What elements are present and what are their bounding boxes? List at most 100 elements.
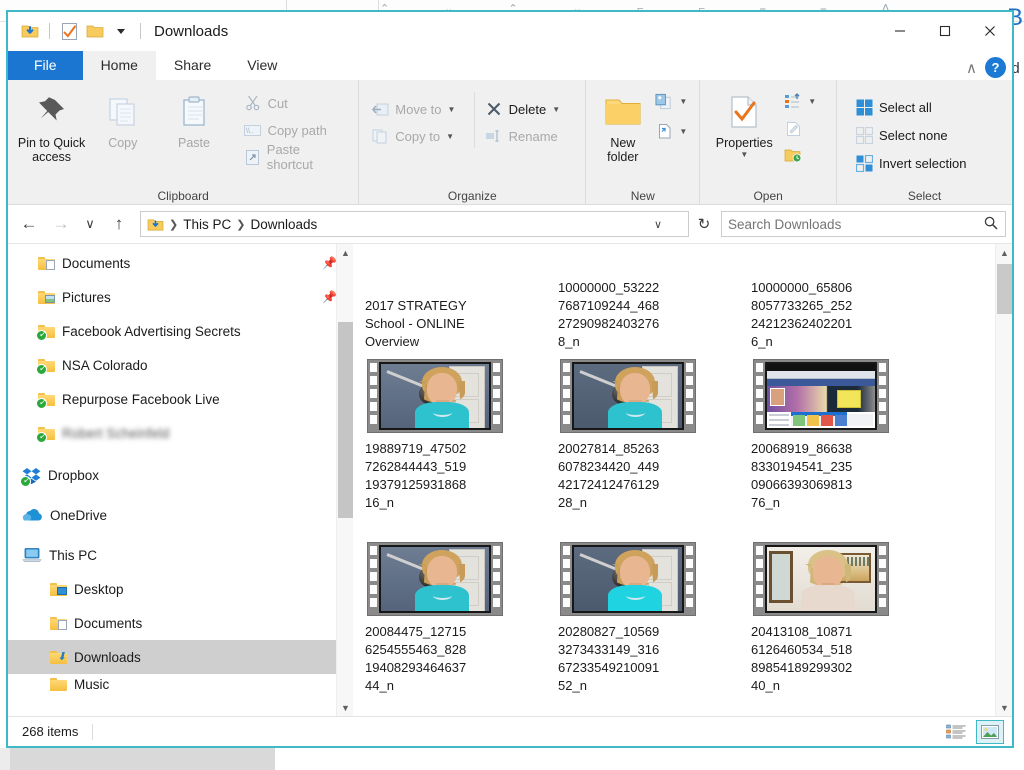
open-with-button[interactable]: ▼ (780, 90, 820, 112)
breadcrumb-separator-2[interactable]: ❯ (236, 218, 245, 231)
refresh-button[interactable]: ↻ (691, 211, 717, 237)
sidebar-item-this-pc[interactable]: This PC (8, 538, 353, 572)
file-name: 19889719_47502 7262844443_519 1937912593… (365, 441, 467, 510)
copy-button[interactable]: Copy (87, 86, 158, 150)
file-item[interactable]: 2017 STRATEGY School - ONLINE Overview (359, 246, 552, 351)
back-button[interactable]: ← (14, 209, 44, 239)
file-pane-scrollbar[interactable]: ▲ ▼ (995, 244, 1012, 716)
close-button[interactable] (967, 12, 1012, 50)
select-none-button[interactable]: Select none (851, 124, 970, 146)
breadcrumb-separator-1[interactable]: ❯ (169, 218, 178, 231)
sidebar-scroll-down-icon[interactable]: ▼ (337, 699, 353, 716)
delete-button[interactable]: Delete ▼ (481, 98, 578, 120)
search-icon[interactable] (984, 216, 998, 233)
collapse-ribbon-icon[interactable]: ∧ (966, 59, 977, 77)
file-item[interactable]: 19889719_47502 7262844443_519 1937912593… (359, 351, 552, 534)
sidebar-item-documents-quick[interactable]: Documents 📌 (8, 246, 353, 280)
search-input[interactable] (728, 216, 978, 232)
file-scroll-up-icon[interactable]: ▲ (996, 244, 1012, 261)
tab-share[interactable]: Share (156, 51, 229, 80)
properties-check-icon[interactable] (57, 19, 81, 43)
sidebar-item-repurpose-facebook-live[interactable]: Repurpose Facebook Live (8, 382, 353, 416)
file-item[interactable]: 20068919_86638 8330194541_235 0906639306… (745, 351, 938, 534)
file-item[interactable]: 20280827_10569 3273433149_316 6723354921… (552, 534, 745, 716)
customize-caret-icon[interactable] (109, 19, 133, 43)
select-none-icon (855, 126, 873, 144)
delete-caret-icon[interactable]: ▼ (552, 105, 560, 114)
folder-desktop-icon (50, 582, 67, 596)
up-button[interactable]: ↑ (104, 209, 134, 239)
copy-to-button[interactable]: Copy to ▼ (367, 125, 471, 147)
sidebar-item-documents-pc[interactable]: Documents (8, 606, 353, 640)
sidebar-item-nsa-colorado[interactable]: NSA Colorado (8, 348, 353, 382)
new-item-button[interactable]: ▼ (651, 90, 691, 112)
breadcrumb[interactable]: ❯ This PC ❯ Downloads ∨ (140, 211, 689, 237)
file-item[interactable]: 10000000_65806 8057733265_252 2421236240… (745, 246, 938, 351)
tab-file[interactable]: File (8, 51, 83, 80)
file-item[interactable]: 20084475_12715 6254555463_828 1940829346… (359, 534, 552, 716)
file-scroll-down-icon[interactable]: ▼ (996, 699, 1012, 716)
cut-button[interactable]: Cut (240, 92, 351, 114)
forward-button[interactable]: → (46, 209, 76, 239)
clipboard-small-buttons: Cut \\.. Copy path Paste shortcut (240, 86, 351, 172)
file-item[interactable]: 20413108_10871 6126460534_518 8985418929… (745, 534, 938, 716)
sidebar-scrollbar[interactable]: ▲ ▼ (336, 244, 353, 716)
sidebar-item-facebook-advertising-secrets[interactable]: Facebook Advertising Secrets (8, 314, 353, 348)
minimize-button[interactable] (877, 12, 922, 50)
pin-icon[interactable]: 📌 (322, 256, 337, 270)
file-item[interactable]: 10000000_53222 7687109244_468 2729098240… (552, 246, 745, 351)
sidebar-scroll-thumb[interactable] (338, 322, 353, 518)
copy-to-caret-icon[interactable]: ▼ (446, 132, 454, 141)
move-to-caret-icon[interactable]: ▼ (448, 105, 456, 114)
breadcrumb-item-this-pc[interactable]: This PC (183, 217, 231, 232)
view-mode-buttons (942, 719, 1004, 744)
easy-access-button[interactable]: ▼ (651, 120, 691, 142)
video-thumbnail (558, 357, 698, 435)
sidebar-item-music[interactable]: Music (8, 674, 353, 694)
sidebar-item-downloads[interactable]: ⬇ Downloads (8, 640, 353, 674)
details-view-button[interactable] (942, 720, 970, 744)
file-scroll-thumb[interactable] (997, 264, 1012, 314)
sidebar-item-onedrive[interactable]: OneDrive (8, 498, 353, 532)
edit-button[interactable] (780, 117, 820, 139)
easy-access-caret-icon[interactable]: ▼ (679, 127, 687, 136)
sidebar-scroll-up-icon[interactable]: ▲ (337, 244, 353, 261)
rename-button[interactable]: Rename (481, 125, 578, 147)
sidebar-item-label: This PC (49, 547, 98, 563)
sidebar-item-desktop[interactable]: Desktop (8, 572, 353, 606)
paste-button[interactable]: Paste (158, 86, 229, 150)
new-item-caret-icon[interactable]: ▼ (679, 97, 687, 106)
paste-shortcut-button[interactable]: Paste shortcut (240, 142, 351, 172)
select-all-button[interactable]: Select all (851, 96, 970, 118)
pin-to-quick-access-button[interactable]: Pin to Quick access (16, 86, 87, 164)
copy-path-button[interactable]: \\.. Copy path (240, 119, 351, 141)
properties-button[interactable]: Properties ▼ (708, 86, 780, 159)
breadcrumb-item-downloads[interactable]: Downloads (250, 217, 317, 232)
open-with-caret-icon[interactable]: ▼ (808, 97, 816, 106)
sidebar-item-redacted-folder[interactable]: Robert Scheinfeld (8, 416, 353, 450)
tab-view[interactable]: View (229, 51, 295, 80)
breadcrumb-dropdown-icon[interactable]: ∨ (654, 212, 662, 236)
sidebar-item-pictures[interactable]: Pictures 📌 (8, 280, 353, 314)
sidebar-item-label: Repurpose Facebook Live (62, 391, 220, 407)
properties-caret-icon[interactable]: ▼ (740, 150, 748, 159)
history-button[interactable] (780, 144, 820, 166)
maximize-button[interactable] (922, 12, 967, 50)
address-bar: ← → ∨ ↑ ❯ This PC ❯ Downloads ∨ ↻ (8, 205, 1012, 243)
pin-icon[interactable]: 📌 (322, 290, 337, 304)
tab-home[interactable]: Home (82, 51, 156, 80)
invert-selection-button[interactable]: Invert selection (851, 152, 970, 174)
sidebar-item-label: Music (74, 676, 110, 692)
help-icon[interactable]: ? (985, 57, 1006, 78)
large-icons-view-button[interactable] (976, 719, 1004, 744)
new-folder-icon[interactable] (83, 19, 107, 43)
downloads-folder-icon[interactable] (18, 19, 42, 43)
sidebar-item-dropbox[interactable]: Dropbox (8, 458, 353, 492)
paste-shortcut-label: Paste shortcut (266, 142, 314, 172)
new-folder-button[interactable]: New folder (594, 86, 651, 164)
file-item[interactable]: 20027814_85263 6078234420_449 4217241247… (552, 351, 745, 534)
search-box[interactable] (721, 211, 1006, 237)
file-name: 20084475_12715 6254555463_828 1940829346… (365, 624, 467, 693)
recent-locations-button[interactable]: ∨ (78, 209, 102, 239)
move-to-button[interactable]: Move to ▼ (367, 98, 471, 120)
